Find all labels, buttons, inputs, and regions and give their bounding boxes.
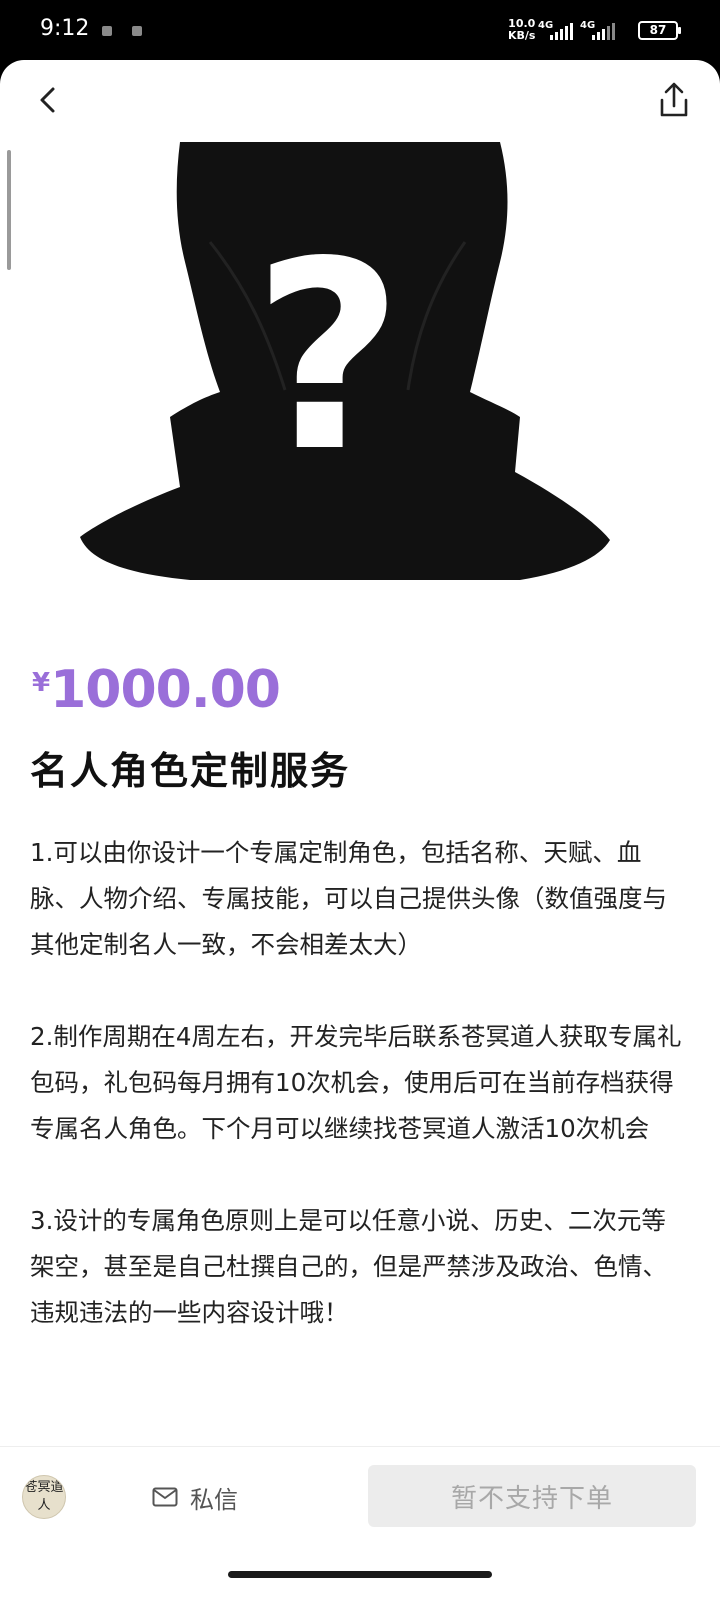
chevron-left-icon[interactable] [30, 82, 66, 118]
notification-icon [102, 26, 112, 36]
signal-icon: 4G [580, 20, 615, 40]
message-button[interactable]: 私信 [152, 1477, 262, 1517]
network-speed: 10.0 KB/s [508, 17, 536, 42]
scrollbar[interactable] [7, 150, 11, 270]
share-icon[interactable] [656, 80, 692, 120]
description-paragraph: 2.制作周期在4周左右，开发完毕后联系苍冥道人获取专属礼包码，礼包码每月拥有10… [30, 1022, 682, 1143]
status-bar: 9:12 10.0 KB/s 4G 4G 87 [0, 0, 720, 60]
seller-avatar[interactable]: 苍冥道人 [22, 1475, 66, 1519]
battery-icon: 87 [638, 21, 681, 40]
product-title: 名人角色定制服务 [30, 749, 351, 793]
price: ¥1000.00 [32, 660, 281, 720]
currency-symbol: ¥ [32, 668, 51, 698]
signal-label: 4G [538, 20, 553, 31]
product-sheet: ? ¥1000.00 名人角色定制服务 1.可以由你设计一个专属定制角色，包括名… [0, 60, 720, 1600]
description-paragraph: 3.设计的专属角色原则上是可以任意小说、历史、二次元等架空，甚至是自己杜撰自己的… [30, 1206, 667, 1327]
character-silhouette-image: ? [80, 142, 610, 580]
svg-text:?: ? [253, 207, 404, 509]
price-amount: 1000.00 [50, 660, 281, 720]
description-paragraph: 1.可以由你设计一个专属定制角色，包括名称、天赋、血脉、人物介绍、专属技能，可以… [30, 838, 667, 959]
message-label: 私信 [190, 1485, 238, 1514]
signal-icon: 4G [538, 20, 573, 40]
status-time: 9:12 [40, 16, 90, 41]
bottom-action-bar: 苍冥道人 私信 暂不支持下单 [0, 1446, 720, 1600]
mail-icon [152, 1487, 178, 1507]
home-indicator[interactable] [228, 1571, 492, 1578]
notification-icon [132, 26, 142, 36]
signal-label: 4G [580, 20, 595, 31]
order-button[interactable]: 暂不支持下单 [368, 1465, 696, 1527]
product-description: 1.可以由你设计一个专属定制角色，包括名称、天赋、血脉、人物介绍、专属技能，可以… [30, 830, 690, 1382]
